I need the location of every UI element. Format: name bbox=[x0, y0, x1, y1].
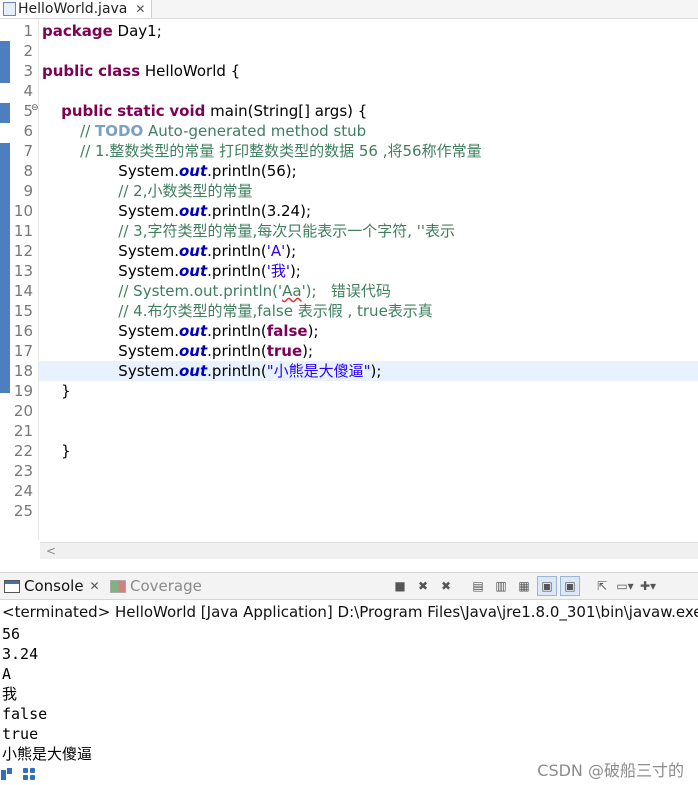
watermark: CSDN @破船三寸的 bbox=[537, 761, 684, 780]
line-number: 2 bbox=[23, 42, 33, 60]
change-marker bbox=[0, 41, 10, 83]
line-number: 5 bbox=[23, 102, 33, 120]
line-number: 12 bbox=[13, 242, 33, 260]
line-number: 3 bbox=[23, 62, 33, 80]
line-number: 8 bbox=[23, 162, 33, 180]
tab-coverage[interactable]: Coverage bbox=[110, 573, 202, 599]
code-line-3: public class HelloWorld { bbox=[42, 62, 241, 80]
code-line-1: package Day1; bbox=[42, 22, 162, 40]
code-line-14: // System.out.println('Aa'); 错误代码 bbox=[118, 282, 391, 300]
code-line-16: System.out.println(false); bbox=[118, 322, 319, 340]
line-number: 11 bbox=[13, 222, 33, 240]
scroll-left-icon[interactable]: < bbox=[46, 543, 56, 559]
line-number: 21 bbox=[13, 422, 33, 440]
line-number: 13 bbox=[13, 262, 33, 280]
show-on-stderr-icon[interactable]: ▣ bbox=[560, 576, 580, 596]
console-output[interactable]: 56 3.24 A 我 false true 小熊是大傻逼 bbox=[2, 624, 692, 764]
line-number: 7 bbox=[23, 142, 33, 160]
code-line-11: // 3,字符类型的常量,每次只能表示一个字符, ''表示 bbox=[118, 222, 456, 240]
perspective-icon[interactable] bbox=[0, 767, 14, 781]
java-file-icon bbox=[3, 2, 16, 16]
line-number: 17 bbox=[13, 342, 33, 360]
code-line-22: } bbox=[61, 442, 71, 460]
console-launch-header: <terminated> HelloWorld [Java Applicatio… bbox=[2, 603, 698, 621]
gutter-divider bbox=[38, 19, 39, 540]
console-output-line: 56 bbox=[2, 625, 21, 643]
tab-console-label: Console bbox=[24, 577, 84, 595]
code-line-7: // 1.整数类型的常量 打印整数类型的数据 56 ,将56称作常量 bbox=[80, 142, 482, 160]
tab-console[interactable]: Console ✕ bbox=[0, 573, 104, 599]
word-wrap-icon[interactable]: ▦ bbox=[514, 576, 534, 596]
line-number: 24 bbox=[13, 482, 33, 500]
windows-icon[interactable] bbox=[22, 767, 36, 781]
editor-tab-helloworld[interactable]: HelloWorld.java ✕ bbox=[0, 0, 153, 18]
change-marker bbox=[0, 143, 10, 393]
console-output-line: false bbox=[2, 705, 48, 723]
line-number: 19 bbox=[13, 382, 33, 400]
clear-console-icon[interactable]: ▤ bbox=[468, 576, 488, 596]
line-number: 1 bbox=[23, 22, 33, 40]
line-number: 4 bbox=[23, 82, 33, 100]
code-line-18-current: System.out.println("小熊是大傻逼"); bbox=[39, 361, 698, 381]
coverage-icon bbox=[110, 579, 126, 593]
console-output-line: 我 bbox=[2, 685, 18, 703]
code-line-8: System.out.println(56); bbox=[118, 162, 297, 180]
remove-launch-icon[interactable]: ✖ bbox=[413, 576, 433, 596]
console-output-line: true bbox=[2, 725, 39, 743]
line-number-gutter: 1 2 3 4 5 6 7 8 9 10 11 12 13 14 15 16 17 18 19 20 21 22 23 24 2… bbox=[11, 21, 33, 521]
console-output-line: 3.24 bbox=[2, 645, 39, 663]
line-number: 14 bbox=[13, 282, 33, 300]
line-number: 25 bbox=[13, 502, 33, 520]
terminate-icon[interactable]: ■ bbox=[390, 576, 410, 596]
code-line-19: } bbox=[61, 382, 71, 400]
editor-tab-bar: HelloWorld.java ✕ bbox=[0, 0, 698, 19]
line-number: 15 bbox=[13, 302, 33, 320]
console-output-line: A bbox=[2, 665, 12, 683]
open-console-icon[interactable]: ✚▾ bbox=[638, 576, 658, 596]
code-line-9: // 2,小数类型的常量 bbox=[118, 182, 253, 200]
line-number: 23 bbox=[13, 462, 33, 480]
code-editor[interactable]: 1 2 3 4 5 6 7 8 9 10 11 12 13 14 15 16 17 18 19 20 21 22 23 24 2… bbox=[0, 19, 698, 559]
code-line-12: System.out.println('A'); bbox=[118, 242, 297, 260]
line-number: 6 bbox=[23, 122, 33, 140]
console-view-bar: Console ✕ Coverage ■ ✖ ✖ ▤ ▥ ▦ ▣ ▣ ⇱ ▭▾ … bbox=[0, 572, 698, 600]
console-toolbar: ■ ✖ ✖ ▤ ▥ ▦ ▣ ▣ ⇱ ▭▾ ✚▾ bbox=[390, 573, 658, 599]
change-ruler bbox=[0, 19, 11, 540]
code-line-5: public static void main(String[] args) { bbox=[61, 102, 368, 120]
code-line-13: System.out.println('我'); bbox=[118, 262, 301, 280]
code-text[interactable]: package Day1; public class HelloWorld { … bbox=[39, 21, 698, 521]
tab-coverage-label: Coverage bbox=[130, 577, 202, 595]
editor-tab-label: HelloWorld.java bbox=[18, 1, 128, 17]
show-on-stdout-icon[interactable]: ▣ bbox=[537, 576, 557, 596]
code-line-17: System.out.println(true); bbox=[118, 342, 314, 360]
line-number: 10 bbox=[13, 202, 33, 220]
display-console-icon[interactable]: ▭▾ bbox=[615, 576, 635, 596]
close-icon[interactable]: ✕ bbox=[135, 2, 145, 16]
line-number: 20 bbox=[13, 402, 33, 420]
code-line-6: // TODO Auto-generated method stub bbox=[80, 122, 367, 140]
console-icon bbox=[4, 579, 20, 593]
close-icon[interactable]: ✕ bbox=[90, 579, 100, 593]
code-line-15: // 4.布尔类型的常量,false 表示假 , true表示真 bbox=[118, 302, 433, 320]
remove-all-icon[interactable]: ✖ bbox=[436, 576, 456, 596]
line-number: 22 bbox=[13, 442, 33, 460]
horizontal-scrollbar[interactable]: < bbox=[40, 542, 698, 559]
line-number: 18 bbox=[13, 362, 33, 380]
pin-console-icon[interactable]: ⇱ bbox=[592, 576, 612, 596]
code-line-10: System.out.println(3.24); bbox=[118, 202, 312, 220]
line-number: 16 bbox=[13, 322, 33, 340]
status-bar-icons bbox=[0, 765, 36, 783]
change-marker bbox=[0, 103, 10, 123]
scroll-lock-icon[interactable]: ▥ bbox=[491, 576, 511, 596]
line-number: 9 bbox=[23, 182, 33, 200]
